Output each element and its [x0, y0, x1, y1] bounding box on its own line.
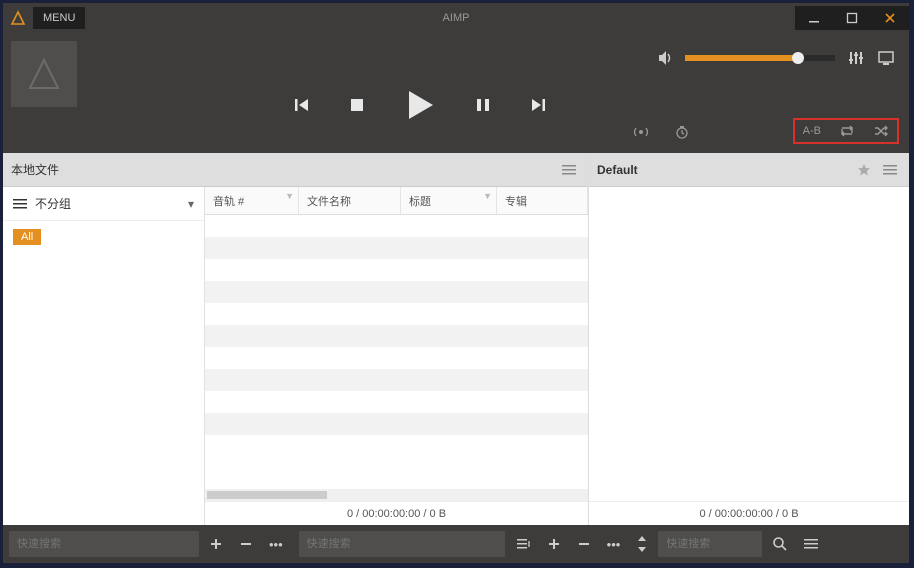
menu-button[interactable]: MENU: [33, 7, 85, 29]
add-button[interactable]: [203, 533, 229, 555]
equalizer-button[interactable]: [847, 49, 865, 67]
left-tab-bar: 本地文件: [3, 153, 588, 187]
playlist-more-button[interactable]: •••: [601, 533, 627, 556]
right-status-line: 0 / 00:00:00:00 / 0 B: [589, 501, 909, 525]
stop-button[interactable]: [349, 97, 365, 113]
visualization-button[interactable]: [877, 49, 895, 67]
volume-thumb[interactable]: [792, 52, 804, 64]
horizontal-scrollbar[interactable]: [205, 489, 588, 501]
table-row: [205, 369, 588, 391]
sort-button[interactable]: [509, 533, 537, 555]
table-row: [205, 303, 588, 325]
table-row: [205, 259, 588, 281]
favorite-icon[interactable]: [853, 159, 875, 181]
move-updown-button[interactable]: [630, 531, 654, 557]
right-tab-label[interactable]: Default: [597, 163, 638, 177]
next-button[interactable]: [529, 96, 547, 114]
scrollbar-thumb[interactable]: [207, 491, 327, 499]
table-row: [205, 325, 588, 347]
timer-icon[interactable]: [675, 125, 689, 139]
playlist-add-button[interactable]: [541, 533, 567, 555]
player-area: A-B: [3, 33, 909, 153]
playlist-body[interactable]: [589, 187, 909, 501]
middle-search-input[interactable]: [299, 531, 505, 557]
table-row: [205, 237, 588, 259]
volume-control: [657, 49, 835, 67]
table-row: [205, 413, 588, 435]
left-tab-label[interactable]: 本地文件: [11, 161, 59, 178]
close-button[interactable]: [871, 6, 909, 30]
bottom-bar: ••• •••: [3, 525, 909, 563]
player-extra-icons: [633, 125, 689, 139]
table-header: 音轨 #▼ 文件名称 标题▼ 专辑: [205, 187, 588, 215]
chevron-down-icon: ▾: [188, 197, 194, 211]
transport-controls: [293, 88, 547, 122]
volume-slider[interactable]: [685, 55, 835, 61]
repeat-button[interactable]: [839, 124, 855, 138]
grouping-label: 不分组: [35, 195, 71, 212]
album-art-placeholder: [11, 41, 77, 107]
remove-button[interactable]: [233, 533, 259, 555]
title-bar: MENU AIMP: [3, 3, 909, 33]
window-controls: [795, 6, 909, 30]
left-panel: 本地文件 不分组 ▾ All 音轨 #▼: [3, 153, 589, 525]
play-button[interactable]: [403, 88, 437, 122]
content-area: 本地文件 不分组 ▾ All 音轨 #▼: [3, 153, 909, 525]
filter-icon[interactable]: ▼: [483, 191, 492, 201]
bottom-menu-button[interactable]: [798, 534, 824, 554]
table-row: [205, 347, 588, 369]
column-album[interactable]: 专辑: [497, 187, 588, 214]
table-row: [205, 215, 588, 237]
column-filename[interactable]: 文件名称: [299, 187, 401, 214]
previous-button[interactable]: [293, 96, 311, 114]
table-row: [205, 391, 588, 413]
volume-icon[interactable]: [657, 49, 675, 67]
minimize-button[interactable]: [795, 6, 833, 30]
playlist-remove-button[interactable]: [571, 533, 597, 555]
left-status-line: 0 / 00:00:00:00 / 0 B: [205, 501, 588, 525]
right-panel: Default 0 / 00:00:00:00 / 0 B: [589, 153, 909, 525]
app-logo-icon: [7, 7, 29, 29]
table-row: [205, 435, 588, 457]
maximize-button[interactable]: [833, 6, 871, 30]
shuffle-button[interactable]: [873, 124, 889, 138]
pause-button[interactable]: [475, 97, 491, 113]
right-tab-menu-icon[interactable]: [879, 160, 901, 180]
grouping-selector[interactable]: 不分组 ▾: [3, 187, 204, 221]
search-button[interactable]: [766, 532, 794, 556]
radio-icon[interactable]: [633, 125, 649, 139]
more-button[interactable]: •••: [263, 533, 289, 556]
filter-icon[interactable]: ▼: [285, 191, 294, 201]
left-sidebar: 不分组 ▾ All: [3, 187, 205, 525]
right-search-input[interactable]: [658, 531, 762, 557]
left-search-input[interactable]: [9, 531, 199, 557]
track-table: 音轨 #▼ 文件名称 标题▼ 专辑: [205, 187, 588, 525]
column-track-number[interactable]: 音轨 #▼: [205, 187, 299, 214]
player-top-right: [657, 49, 895, 67]
table-body[interactable]: [205, 215, 588, 489]
column-title[interactable]: 标题▼: [401, 187, 497, 214]
volume-fill: [685, 55, 798, 61]
ab-repeat-button[interactable]: A-B: [803, 125, 821, 137]
left-body: 不分组 ▾ All 音轨 #▼ 文件名称 标题▼ 专辑: [3, 187, 588, 525]
hamburger-icon: [13, 198, 27, 210]
left-tab-menu-icon[interactable]: [558, 160, 580, 180]
table-row: [205, 281, 588, 303]
window-title: AIMP: [443, 12, 470, 24]
playback-mode-highlight: A-B: [793, 118, 899, 144]
all-filter-badge[interactable]: All: [13, 229, 41, 245]
right-tab-bar: Default: [589, 153, 909, 187]
